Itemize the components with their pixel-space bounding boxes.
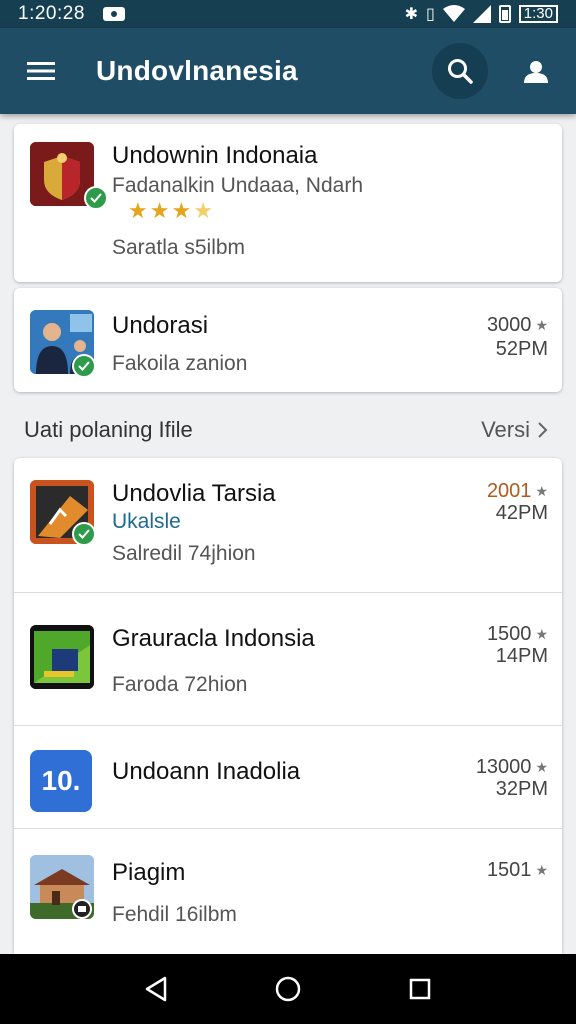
list-item[interactable]: 10. Undoann Inadolia 13000 ★ 32PM bbox=[14, 726, 562, 828]
home-button[interactable] bbox=[268, 969, 308, 1009]
section-header: Uati polaning Ifile Versi bbox=[24, 414, 548, 446]
star-icon: ★ bbox=[535, 626, 548, 642]
featured-card[interactable]: Undorasi Fakoila zanion 3000 ★ 52PM bbox=[14, 288, 562, 392]
item-subtitle: Fadanalkin Undaaa, Ndarh bbox=[112, 174, 363, 197]
chevron-right-icon bbox=[538, 422, 548, 438]
item-count: 1501 ★ bbox=[487, 859, 548, 882]
section-title: Uati polaning Ifile bbox=[24, 417, 193, 442]
item-title: Undoann Inadolia bbox=[112, 758, 301, 785]
star-full-icon: ★ bbox=[149, 198, 170, 223]
star-icon: ★ bbox=[535, 483, 548, 499]
vibrate-icon: ▯ bbox=[425, 6, 435, 23]
battery-icon bbox=[498, 5, 511, 23]
star-half-icon: ★ bbox=[193, 198, 213, 223]
bluetooth-icon: ✱ bbox=[404, 6, 418, 23]
list-item[interactable]: Grauracla Indonsia Faroda 72hion 1500 ★ … bbox=[14, 593, 562, 725]
star-icon: ★ bbox=[535, 759, 548, 775]
back-button[interactable] bbox=[136, 969, 176, 1009]
app-thumbnail: 10. bbox=[30, 750, 92, 812]
account-icon bbox=[524, 61, 548, 83]
item-meta: Salredil 74jhion bbox=[112, 542, 256, 565]
star-full-icon: ★ bbox=[128, 198, 148, 223]
item-title: Undovlia Tarsia bbox=[112, 480, 276, 507]
status-bar: 1:20:28 ✱ ▯ 1:30 bbox=[0, 0, 576, 28]
menu-button[interactable] bbox=[12, 41, 72, 101]
item-time: 52PM bbox=[495, 338, 548, 360]
battery-text: 1:30 bbox=[518, 5, 558, 23]
menu-icon bbox=[27, 62, 55, 80]
back-icon bbox=[145, 976, 167, 1002]
star-icon: ★ bbox=[535, 317, 548, 333]
app-list: Undovlia Tarsia Ukalsle Salredil 74jhion… bbox=[14, 458, 562, 954]
count-text: 1500 bbox=[486, 623, 532, 645]
search-button[interactable] bbox=[432, 43, 488, 99]
app-icon-text: 10. bbox=[41, 765, 81, 796]
star-full-icon: ★ bbox=[171, 198, 192, 223]
home-icon bbox=[275, 976, 301, 1002]
item-time: 42PM bbox=[495, 502, 548, 524]
count-text: 3000 bbox=[486, 314, 532, 336]
verified-badge bbox=[72, 354, 96, 378]
item-count: 3000 ★ bbox=[487, 314, 548, 337]
item-meta: Saratla s5ilbm bbox=[112, 236, 246, 259]
app-bar: Undovlnanesia bbox=[0, 28, 576, 114]
section-action-link[interactable]: Versi bbox=[481, 417, 548, 443]
signal-icon bbox=[472, 5, 491, 23]
status-time: 1:20:28 bbox=[18, 3, 85, 24]
play-badge bbox=[72, 899, 92, 919]
count-text: 2001 bbox=[486, 480, 532, 502]
item-meta: Faroda 72hion bbox=[112, 673, 248, 696]
count-text: 1501 bbox=[486, 859, 532, 881]
section-action-label: Versi bbox=[481, 417, 530, 442]
app-thumbnail bbox=[30, 625, 94, 689]
rating-stars: ★ ★ ★ ★ bbox=[128, 200, 213, 222]
item-subtitle: Fakoila zanion bbox=[112, 352, 248, 375]
item-title: Undorasi bbox=[112, 312, 209, 339]
list-item[interactable]: Undovlia Tarsia Ukalsle Salredil 74jhion… bbox=[14, 458, 562, 592]
item-count: 1500 ★ bbox=[487, 623, 548, 646]
item-count: 2001 ★ bbox=[487, 480, 548, 503]
verified-badge bbox=[84, 186, 108, 210]
recents-button[interactable] bbox=[400, 969, 440, 1009]
verified-badge bbox=[72, 522, 96, 546]
item-time: 14PM bbox=[495, 645, 548, 667]
item-count: 13000 ★ bbox=[476, 756, 548, 779]
item-title: Piagim bbox=[112, 859, 186, 886]
count-text: 13000 bbox=[475, 756, 532, 778]
item-meta: Fehdil 16ilbm bbox=[112, 903, 237, 926]
notification-icon bbox=[102, 7, 125, 21]
app-title: Undovlnanesia bbox=[96, 55, 298, 86]
account-button[interactable] bbox=[512, 47, 560, 95]
item-title: Undownin Indonaia bbox=[112, 142, 318, 169]
system-nav-bar bbox=[0, 954, 576, 1024]
recents-icon bbox=[409, 978, 431, 1000]
star-icon: ★ bbox=[535, 862, 548, 878]
item-subtitle: Ukalsle bbox=[112, 510, 181, 533]
wifi-icon bbox=[442, 5, 465, 22]
status-icons: ✱ ▯ 1:30 bbox=[405, 4, 558, 24]
item-time: 32PM bbox=[495, 778, 548, 800]
item-title: Grauracla Indonsia bbox=[112, 625, 315, 652]
featured-card[interactable]: Undownin Indonaia Fadanalkin Undaaa, Nda… bbox=[14, 124, 562, 282]
app-icon bbox=[30, 625, 94, 689]
search-icon bbox=[448, 59, 473, 84]
list-item[interactable]: Piagim Fehdil 16ilbm 1501 ★ bbox=[14, 829, 562, 954]
